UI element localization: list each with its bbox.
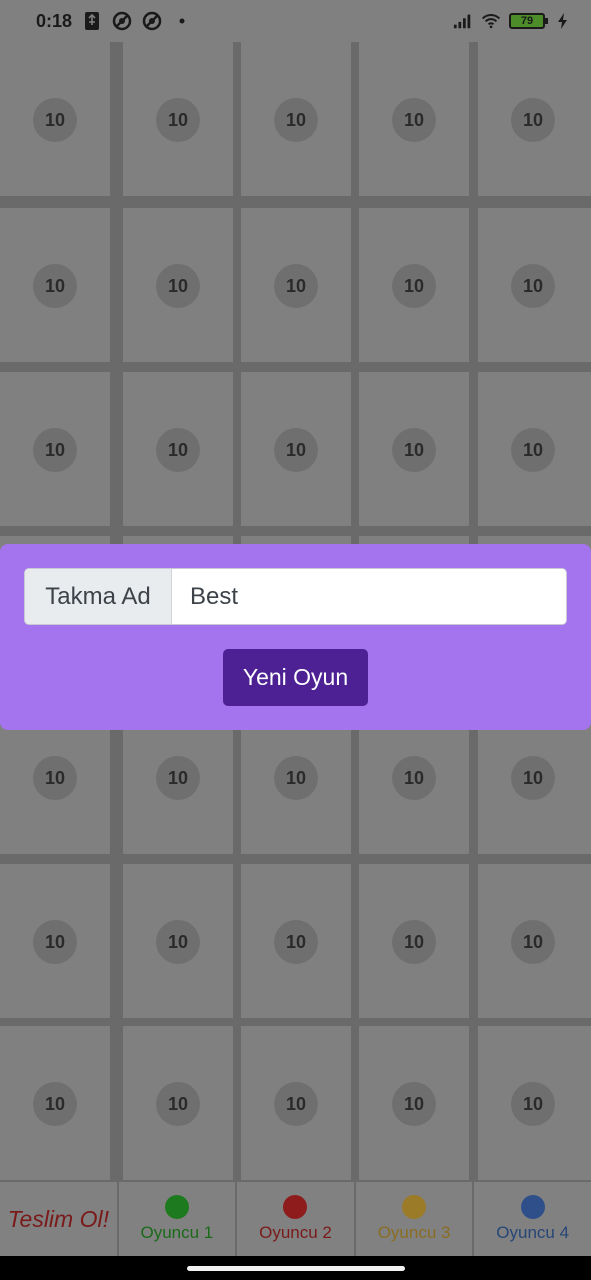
- cell-value-badge: 10: [511, 920, 555, 964]
- player-2-color-icon: [283, 1195, 308, 1219]
- player-4: Oyuncu 4: [474, 1182, 591, 1256]
- cell-value-badge: 10: [156, 756, 200, 800]
- cell-value-badge: 10: [33, 264, 77, 308]
- cell-value-badge: 10: [156, 920, 200, 964]
- board-cell[interactable]: 10: [0, 208, 110, 362]
- board-cell[interactable]: 10: [359, 1026, 469, 1180]
- surrender-button[interactable]: Teslim Ol!: [0, 1182, 119, 1256]
- cell-value-badge: 10: [33, 428, 77, 472]
- cell-value-badge: 10: [33, 756, 77, 800]
- cell-value-badge: 10: [392, 264, 436, 308]
- cell-value-badge: 10: [156, 428, 200, 472]
- cell-value-badge: 10: [156, 1082, 200, 1126]
- board-cell[interactable]: 10: [123, 372, 233, 526]
- board-cell[interactable]: 10: [123, 1026, 233, 1180]
- cell-value-badge: 10: [274, 1082, 318, 1126]
- signal-icon: [453, 11, 473, 31]
- board-cell[interactable]: 10: [123, 864, 233, 1018]
- home-gesture-handle[interactable]: [186, 1265, 405, 1271]
- player-1-name: Oyuncu 1: [140, 1223, 214, 1242]
- cell-value-badge: 10: [511, 1082, 555, 1126]
- board-cell[interactable]: 10: [359, 864, 469, 1018]
- player-bar: Teslim Ol! Oyuncu 1 Oyuncu 2 Oyuncu 3 Oy…: [0, 1182, 591, 1256]
- board-cell[interactable]: 10: [241, 1026, 351, 1180]
- status-bar: 0:18 79: [0, 0, 591, 42]
- nickname-label: Takma Ad: [25, 569, 172, 624]
- board-cell[interactable]: 10: [359, 372, 469, 526]
- nickname-input-group: Takma Ad: [24, 568, 567, 625]
- cell-value-badge: 10: [33, 98, 77, 142]
- cell-value-badge: 10: [392, 1082, 436, 1126]
- board-cell[interactable]: 10: [478, 42, 591, 196]
- player-4-color-icon: [520, 1195, 545, 1219]
- player-1: Oyuncu 1: [119, 1182, 238, 1256]
- sync-icon: [112, 11, 132, 31]
- charging-icon: [553, 11, 573, 31]
- board-cell[interactable]: 10: [478, 208, 591, 362]
- board-cell[interactable]: 10: [123, 208, 233, 362]
- player-4-name: Oyuncu 4: [496, 1223, 570, 1242]
- cell-value-badge: 10: [33, 1082, 77, 1126]
- cell-value-badge: 10: [392, 920, 436, 964]
- navigation-bar: [0, 1256, 591, 1280]
- player-1-color-icon: [164, 1195, 189, 1219]
- board-cell[interactable]: 10: [241, 864, 351, 1018]
- cell-value-badge: 10: [33, 920, 77, 964]
- player-3-name: Oyuncu 3: [377, 1223, 451, 1242]
- cell-value-badge: 10: [156, 264, 200, 308]
- cell-value-badge: 10: [392, 428, 436, 472]
- player-3-color-icon: [402, 1195, 427, 1219]
- board-cell[interactable]: 10: [478, 372, 591, 526]
- cell-value-badge: 10: [274, 756, 318, 800]
- player-2-name: Oyuncu 2: [259, 1223, 332, 1242]
- board-cell[interactable]: 10: [241, 372, 351, 526]
- board-cell[interactable]: 10: [478, 1026, 591, 1180]
- nickname-input[interactable]: [172, 569, 566, 624]
- board-cell[interactable]: 10: [478, 864, 591, 1018]
- cell-value-badge: 10: [392, 98, 436, 142]
- cell-value-badge: 10: [392, 756, 436, 800]
- cell-value-badge: 10: [156, 98, 200, 142]
- board-cell[interactable]: 10: [0, 42, 110, 196]
- board-cell[interactable]: 10: [359, 42, 469, 196]
- notification-dot-icon: [172, 11, 192, 31]
- board-cell[interactable]: 10: [241, 42, 351, 196]
- board-cell[interactable]: 10: [0, 1026, 110, 1180]
- cell-value-badge: 10: [511, 98, 555, 142]
- usb-icon: [82, 11, 102, 31]
- cell-value-badge: 10: [274, 428, 318, 472]
- new-game-dialog: Takma Ad Yeni Oyun: [0, 544, 591, 730]
- board-cell[interactable]: 10: [359, 208, 469, 362]
- wifi-icon: [481, 11, 501, 31]
- cell-value-badge: 10: [274, 920, 318, 964]
- board-cell[interactable]: 10: [123, 42, 233, 196]
- sync-icon-2: [142, 11, 162, 31]
- cell-value-badge: 10: [511, 756, 555, 800]
- status-time: 0:18: [36, 10, 73, 31]
- board-cell[interactable]: 10: [0, 372, 110, 526]
- player-2: Oyuncu 2: [237, 1182, 356, 1256]
- cell-value-badge: 10: [511, 264, 555, 308]
- cell-value-badge: 10: [274, 264, 318, 308]
- cell-value-badge: 10: [511, 428, 555, 472]
- new-game-button[interactable]: Yeni Oyun: [223, 649, 368, 706]
- player-3: Oyuncu 3: [356, 1182, 475, 1256]
- cell-value-badge: 10: [274, 98, 318, 142]
- surrender-label: Teslim Ol!: [7, 1205, 109, 1232]
- board-cell[interactable]: 10: [241, 208, 351, 362]
- board-cell[interactable]: 10: [0, 864, 110, 1018]
- battery-icon: 79: [509, 13, 548, 29]
